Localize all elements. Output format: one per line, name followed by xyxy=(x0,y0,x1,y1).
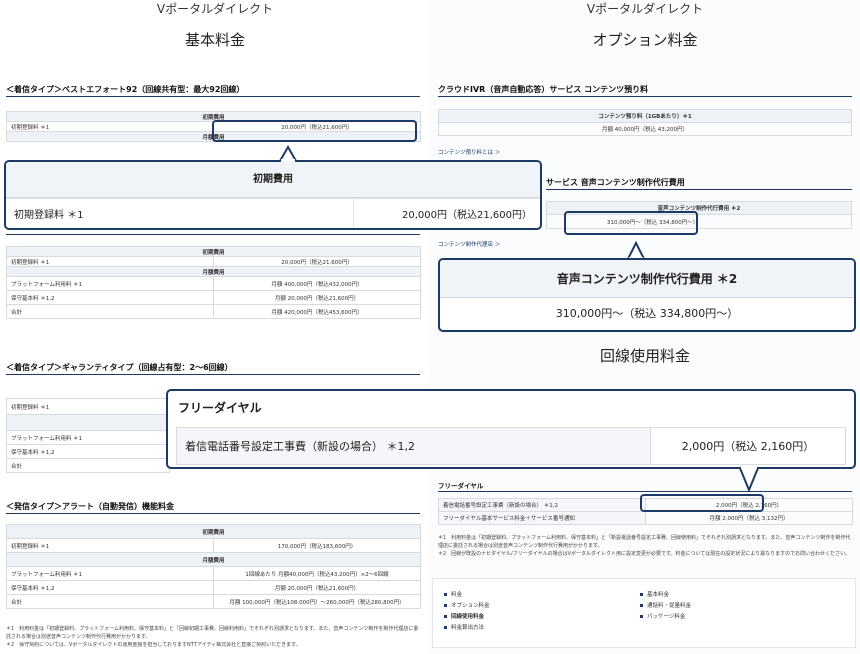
row-label: 合計 xyxy=(6,304,214,319)
storage-table: コンテンツ預り料（1GBあたり）＊1 月額 40,000円（税込 43,200円… xyxy=(438,109,852,136)
footnote: ＊1 利用料金は「初期登録料、プラットフォーム利用料、保守基本料」と「新設電話番… xyxy=(438,535,851,549)
table-header: 初期費用 xyxy=(5,524,422,539)
callout-pointer xyxy=(738,467,760,493)
nav-label: オプション料金 xyxy=(451,603,490,609)
bullet-icon xyxy=(640,593,643,596)
zoom-header: 音声コンテンツ制作代行費用 ＊2 xyxy=(440,260,854,298)
nav-item-calc-method[interactable]: 料金算出方法 xyxy=(444,623,484,631)
zoom-label: 初期登録料 ＊1 xyxy=(6,199,354,228)
bullet-icon xyxy=(444,604,447,607)
row-value: 170,000円（税込183,600円） xyxy=(212,538,422,553)
section-divider xyxy=(438,96,852,97)
zoom-value: 20,000円（税込21,600円） xyxy=(402,210,532,221)
bullet-icon xyxy=(640,615,643,618)
row-label: 保守基本料 ＊1,2 xyxy=(6,290,214,305)
section-heading-freedial: フリーダイヤル xyxy=(438,482,484,490)
zoom-callout-initial-fee: 初期費用 初期登録料 ＊1 20,000円（税込21,600円） xyxy=(4,160,542,230)
footnote: ＊1 利用料金は「初期登録料、プラットフォーム利用料、保守基本料」と「回線初期工… xyxy=(6,626,419,640)
highlight-box xyxy=(212,120,417,142)
row-label: 保守基本料 ＊1,2 xyxy=(6,580,214,595)
section-divider xyxy=(6,96,420,97)
row-label: 初期登録料 ＊1 xyxy=(6,121,214,132)
section-heading-storage: クラウドIVR（音声自動応答）サービス コンテンツ預り料 xyxy=(438,85,649,94)
footnote: ＊2 保守契約については、Vポータルダイレクトの運用金額を担当しておりますNTT… xyxy=(6,642,301,648)
row-label: プラットフォーム利用料 ＊1 xyxy=(6,566,214,581)
row-value: 月額 40,000円（税込 43,200円） xyxy=(438,122,852,136)
section-divider xyxy=(6,234,420,235)
row-value: 月額 400,000円（税込432,000円） xyxy=(212,276,422,291)
section-divider xyxy=(546,189,852,190)
row-label: プラットフォーム利用料 ＊1 xyxy=(6,276,214,291)
row-value: 20,000円（税込21,600円） xyxy=(212,256,422,267)
section-heading-production: サービス 音声コンテンツ制作代行費用 xyxy=(546,178,685,187)
brand-label: Vポータルダイレクト xyxy=(586,2,704,16)
table-header: 月額費用 xyxy=(5,266,422,277)
section-heading-alert: ＜発信タイプ＞アラート（自動発信）機能料金 xyxy=(6,502,174,511)
nav-label: 料金 xyxy=(451,592,463,598)
zoom-header: 初期費用 xyxy=(6,162,540,198)
highlight-box xyxy=(640,494,764,512)
row-label: フリーダイヤル基本サービス料金＋サービス番号通知 xyxy=(438,511,646,525)
nav-item-usage-fees[interactable]: 通話料・従量料金 xyxy=(640,601,691,609)
brand-label: Vポータルダイレクト xyxy=(156,2,274,16)
bullet-icon xyxy=(640,604,643,607)
section-divider xyxy=(6,513,420,514)
row-value: 月額 2,000円（税込 3,132円） xyxy=(645,511,853,525)
row-label: 初期登録料 ＊1 xyxy=(6,398,170,415)
nav-item-line-fees[interactable]: 回線使用料金 xyxy=(444,612,484,620)
footnote: ＊2 回線が既設のナビダイヤル/フリーダイヤルの場合はVポータルダイレクト用に設… xyxy=(438,551,851,557)
bullet-icon xyxy=(444,593,447,596)
zoom-callout-production-fee: 音声コンテンツ制作代行費用 ＊2 310,000円〜（税込 334,800円〜） xyxy=(438,258,856,332)
callout-pointer xyxy=(278,144,298,162)
section-heading-guaranty: ＜着信タイプ＞ギャランティタイプ（回線占有型：2〜6回線） xyxy=(6,363,233,372)
bullet-icon xyxy=(444,626,447,629)
bullet-icon xyxy=(444,615,447,618)
page-title: オプション料金 xyxy=(592,31,698,49)
storage-info-link[interactable]: コンテンツ預り料とは ＞ xyxy=(438,148,500,156)
nav-item-basic-fees[interactable]: 基本料金 xyxy=(640,590,669,598)
row-value: 月額 420,000円（税込453,600円） xyxy=(212,304,422,319)
highlight-box xyxy=(564,211,698,235)
row-label: 保守基本料 ＊1,2 xyxy=(6,444,170,459)
nav-label: 通話料・従量料金 xyxy=(647,603,692,609)
table-header: コンテンツ預り料（1GBあたり）＊1 xyxy=(438,109,852,123)
row-label: 合計 xyxy=(6,458,170,473)
row-value: 月額 20,000円（税込21,600円） xyxy=(212,290,422,305)
nav-label: パッケージ料金 xyxy=(647,614,686,620)
row-value: 月額 20,000円（税込21,600円） xyxy=(212,580,422,595)
nav-label: 基本料金 xyxy=(647,592,670,598)
row-label: 初期登録料 ＊1 xyxy=(6,256,214,267)
row-label: 初期登録料 ＊1 xyxy=(6,538,214,553)
zoom-callout-freedial: フリーダイヤル 着信電話番号設定工事費（新設の場合） ＊1,2 2,000円（税… xyxy=(166,389,856,469)
row-label: 着信電話番号設定工事費（新設の場合） ＊1,2 xyxy=(438,498,646,512)
nav-label: 回線使用料金 xyxy=(451,614,485,620)
callout-pointer xyxy=(626,240,646,260)
table-header xyxy=(6,414,170,431)
besteffort-table-2: 初期費用 初期登録料 ＊1 20,000円（税込21,600円） 月額費用 プラッ… xyxy=(5,246,422,319)
production-agency-link[interactable]: コンテンツ制作代理店 ＞ xyxy=(438,240,500,248)
nav-item-package-fees[interactable]: パッケージ料金 xyxy=(640,612,685,620)
nav-item-option-fees[interactable]: オプション料金 xyxy=(444,601,490,609)
zoom-label: 着信電話番号設定工事費（新設の場合） ＊1,2 xyxy=(177,428,651,464)
row-value: 1回線あたり 月額40,000円（税込43,200円）×2〜6回線 xyxy=(212,566,422,581)
section-title-line: 回線使用料金 xyxy=(599,347,690,365)
zoom-title: フリーダイヤル xyxy=(178,401,262,415)
row-value: 月額 100,000円（税込108,000円）〜260,000円（税込280,8… xyxy=(212,594,422,609)
zoom-value: 310,000円〜（税込 334,800円〜） xyxy=(555,307,739,320)
zoom-value: 2,000円（税込 2,160円） xyxy=(681,440,815,453)
alert-table: 初期費用 初期登録料 ＊1 170,000円（税込183,600円） 月額費用 プ… xyxy=(5,524,422,609)
guaranty-table: 初期登録料 ＊1 プラットフォーム利用料 ＊1 保守基本料 ＊1,2 合計 xyxy=(6,398,170,473)
page-title: 基本料金 xyxy=(184,31,245,49)
nav-label: 料金算出方法 xyxy=(451,625,485,631)
nav-item-fees[interactable]: 料金 xyxy=(444,590,462,598)
section-divider xyxy=(6,374,420,375)
section-heading-besteffort: ＜着信タイプ＞ベストエフォート92（回線共有型：最大92回線） xyxy=(6,85,245,94)
table-header: 初期費用 xyxy=(5,246,422,257)
section-divider xyxy=(438,491,852,492)
row-label: 合計 xyxy=(6,594,214,609)
row-label: プラットフォーム利用料 ＊1 xyxy=(6,430,170,445)
table-header: 月額費用 xyxy=(5,552,422,567)
